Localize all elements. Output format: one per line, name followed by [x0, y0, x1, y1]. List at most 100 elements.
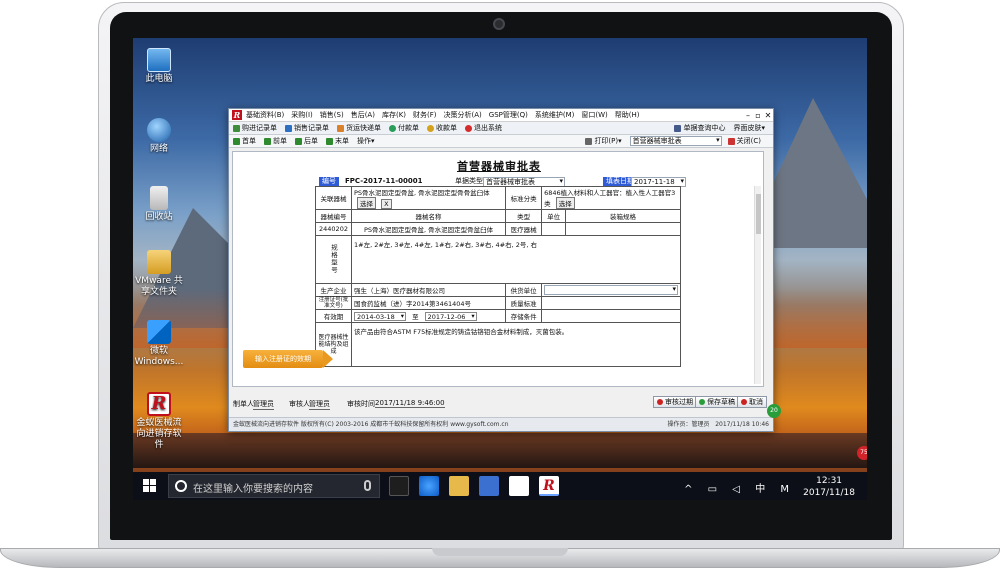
related-field[interactable]: PS骨水泥固定型骨盆, 骨水泥固定型骨骨盆臼体 选择 X — [350, 186, 507, 210]
quality-field[interactable] — [541, 296, 681, 310]
next-record-button[interactable]: 后单 — [295, 136, 318, 146]
approval-table: 关联器械 PS骨水泥固定型骨盆, 骨水泥固定型骨骨盆臼体 选择 X 标准分类 6… — [315, 186, 681, 367]
doc-type-select[interactable]: 首营器械审批表 — [629, 136, 722, 146]
clear-button[interactable]: X — [381, 199, 392, 209]
power-icon — [465, 124, 472, 132]
computer-icon — [147, 48, 171, 72]
close-button[interactable]: 关闭(C) — [727, 136, 761, 146]
related-label: 关联器械 — [315, 186, 352, 210]
desktop-icon-this-pc[interactable]: 此电脑 — [133, 48, 185, 85]
desktop-icon-windows[interactable]: 微软Windows... — [133, 320, 185, 368]
store-icon[interactable] — [479, 476, 499, 496]
first-record-button[interactable]: 首单 — [233, 136, 256, 146]
col-spec: 装箱规格 — [565, 209, 681, 223]
maker-field[interactable]: 强生（上海）医疗器材有限公司 — [350, 283, 507, 297]
last-record-button[interactable]: 末单 — [326, 136, 349, 146]
search-icon — [674, 124, 682, 132]
check-icon — [699, 399, 705, 405]
file-explorer-icon[interactable] — [449, 476, 469, 496]
stop-icon — [657, 399, 663, 405]
menu-item-help[interactable]: 帮助(H) — [615, 110, 640, 120]
audit-fail-button[interactable]: 审核过期 — [653, 396, 697, 408]
cancel-button[interactable]: 取消 — [737, 396, 767, 408]
desktop-icon-vmware-share[interactable]: VMware 共享文件夹 — [133, 250, 185, 298]
menu-item-inventory[interactable]: 库存(K) — [382, 110, 406, 120]
perf-field[interactable]: 该产品由符合ASTM F75标准规定的铸造钴铬钼合金材料制成，灭菌包装。 — [351, 322, 681, 367]
menu-item-finance[interactable]: 财务(F) — [413, 110, 437, 120]
delivery-button[interactable]: 货运快递单 — [337, 123, 381, 133]
purchase-record-button[interactable]: 购进记录单 — [233, 123, 277, 133]
app-taskbar-icon[interactable]: R — [539, 476, 559, 496]
form-footer: 制单人 管理员 审核人 管理员 审核时间 2017/11/18 9:46:00 … — [229, 391, 773, 417]
supplier-select[interactable] — [544, 285, 678, 295]
desktop-icon-recycle-bin[interactable]: 回收站 — [133, 186, 185, 223]
operation-menu[interactable]: 操作 ▾ — [357, 136, 375, 146]
doc-type-label: 单据类型 — [455, 177, 483, 185]
audit-time-value: 2017/11/18 9:46:00 — [375, 399, 445, 408]
microphone-icon[interactable] — [364, 480, 371, 491]
doc-no-value: FPC-2017-11-00001 — [345, 177, 423, 185]
purchase-icon — [233, 124, 240, 132]
print-button[interactable]: 打印(P) ▾ — [585, 136, 622, 146]
document-center-button[interactable]: 单据查询中心 — [674, 123, 725, 133]
skin-button[interactable]: 界面皮肤 ▾ — [733, 123, 765, 133]
payment-button[interactable]: 付款单 — [389, 123, 419, 133]
vertical-scrollbar[interactable] — [754, 186, 761, 384]
taskbar-clock[interactable]: 12:31 2017/11/18 — [803, 475, 855, 499]
valid-to-input[interactable]: 2017-12-06 — [424, 312, 477, 321]
prev-record-button[interactable]: 前单 — [264, 136, 287, 146]
menu-item-purchase[interactable]: 采购(I) — [291, 110, 313, 120]
col-name: 器械名称 — [350, 209, 507, 223]
folder-icon — [147, 250, 171, 274]
valid-field: 2014-03-18 至 2017-12-06 — [350, 309, 507, 323]
close-icon[interactable]: ✕ — [763, 111, 773, 120]
menu-item-analysis[interactable]: 决策分析(A) — [444, 110, 482, 120]
supplier-field[interactable] — [541, 283, 681, 297]
valid-from-input[interactable]: 2014-03-18 — [354, 312, 406, 321]
menu-item-system[interactable]: 系统维护(M) — [535, 110, 575, 120]
menu-item-aftersales[interactable]: 售后(A) — [351, 110, 375, 120]
col-code: 器械编号 — [315, 209, 352, 223]
restore-icon[interactable]: ▫ — [753, 111, 763, 120]
toolbar2-right: 打印(P)▾ 首营器械审批表 关闭(C) — [585, 136, 769, 146]
reg-label: 注册证号(批准文号) — [315, 296, 352, 310]
taskbar: 在这里输入你要搜索的内容 R ^ ▭ ◁ 中 M 12:31 2017/11/1… — [133, 472, 867, 500]
sales-icon — [285, 124, 292, 132]
storage-field[interactable] — [541, 309, 681, 323]
chevron-down-icon: ▾ — [761, 124, 765, 132]
task-view-icon[interactable] — [389, 476, 409, 496]
maker-label: 生产企业 — [315, 283, 352, 297]
close-icon — [727, 137, 735, 145]
app-logo-icon: R — [232, 110, 242, 120]
save-draft-button[interactable]: 保存草稿 — [695, 396, 739, 408]
edge-browser-icon[interactable] — [419, 476, 439, 496]
taskbar-search[interactable]: 在这里输入你要搜索的内容 — [168, 474, 380, 498]
main-toolbar: 购进记录单 销售记录单 货运快递单 付款单 收款单 退出系统 单据查询中心 界面… — [229, 122, 773, 135]
menu-item-gsp[interactable]: GSP管理(Q) — [489, 110, 528, 120]
spec-field[interactable]: 1#左, 2#左, 3#左, 4#左, 1#右, 2#右, 3#右, 4#右, … — [351, 235, 681, 284]
menu-item-sales[interactable]: 销售(S) — [320, 110, 344, 120]
float-badge[interactable]: 20 — [767, 404, 781, 418]
sales-record-button[interactable]: 销售记录单 — [285, 123, 329, 133]
desktop-icon-network[interactable]: 网络 — [133, 118, 185, 155]
laptop-mockup: 此电脑 网络 回收站 VMware 共享文件夹 微软Windows... R 金… — [0, 0, 1000, 573]
receipt-button[interactable]: 收款单 — [427, 123, 457, 133]
record-toolbar: 首单 前单 后单 末单 操作▾ 打印(P)▾ 首营器械审批表 关闭(C) — [229, 135, 773, 148]
select-button[interactable]: 选择 — [357, 197, 376, 209]
std-class-field[interactable]: 6846植入材料和人工器官：植入性人工器官3类 选择 — [541, 186, 681, 210]
start-button[interactable] — [143, 479, 157, 493]
mail-icon[interactable] — [509, 476, 529, 496]
first-icon — [233, 137, 240, 145]
select-button[interactable]: 选择 — [555, 197, 575, 209]
system-tray[interactable]: ^ ▭ ◁ 中 M — [684, 480, 795, 495]
last-icon — [326, 137, 333, 145]
col-type: 类型 — [505, 209, 543, 223]
doc-no-label: 编号 — [319, 177, 339, 186]
menu-item-basic[interactable]: 基础资料(B) — [246, 110, 284, 120]
float-badge[interactable]: 75 — [857, 446, 867, 460]
minimize-icon[interactable]: – — [743, 111, 753, 120]
desktop-icon-app[interactable]: R 金蚁医械流向进销存软件 — [133, 392, 185, 451]
reg-field[interactable]: 国食药监械（进）字2014第3461404号 — [350, 296, 507, 310]
menu-item-window[interactable]: 窗口(W) — [581, 110, 607, 120]
exit-button[interactable]: 退出系统 — [465, 123, 502, 133]
